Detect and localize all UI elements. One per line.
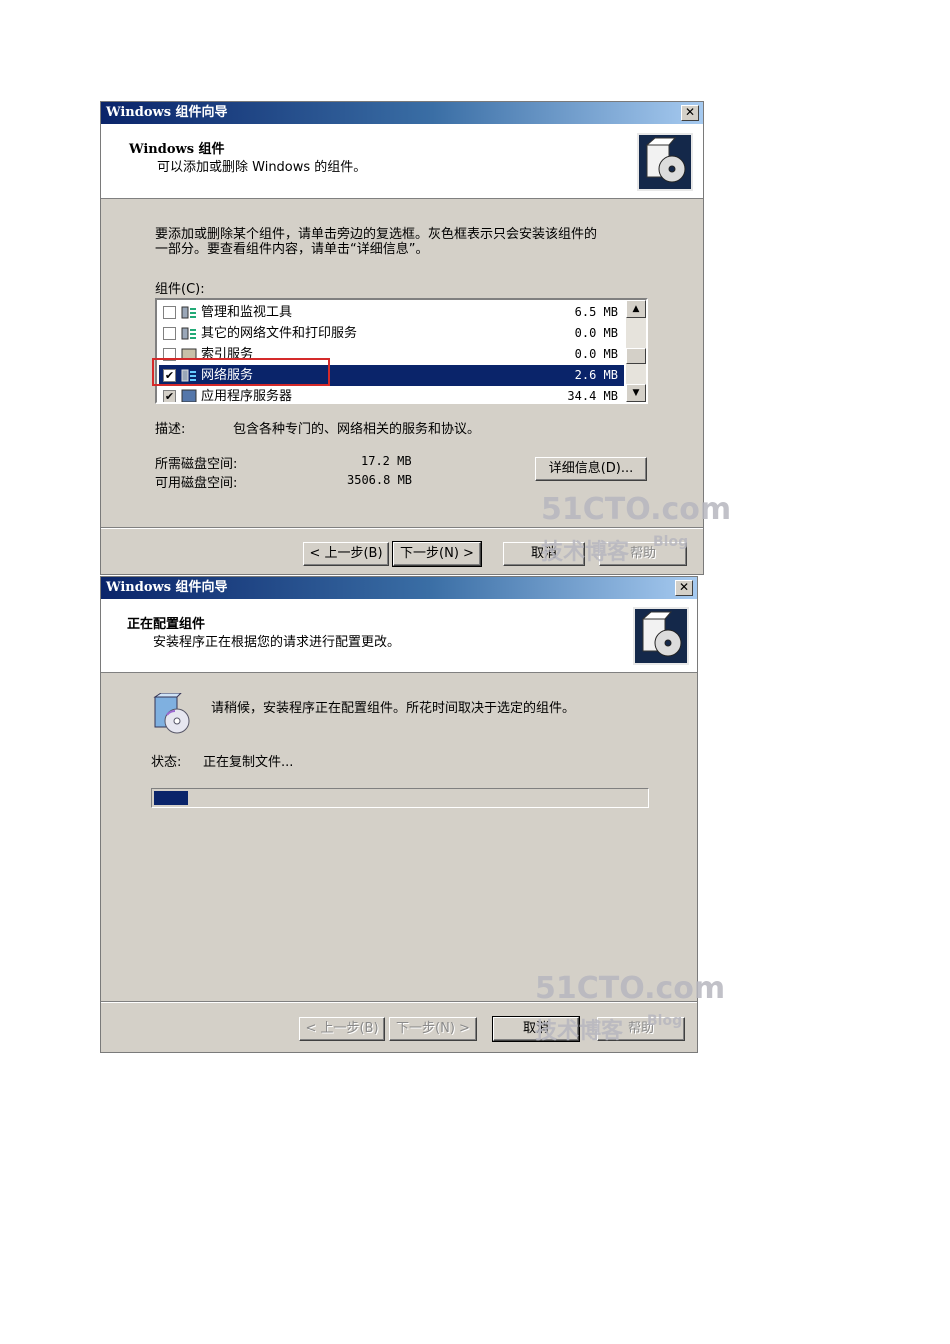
watermark-tech-blog: 技术博客: [535, 1019, 624, 1044]
header-subtitle: 安装程序正在根据您的请求进行配置更改。: [153, 635, 401, 650]
watermark-51cto: 51CTO.com: [541, 492, 732, 527]
item-label: 其它的网络文件和打印服务: [201, 326, 358, 341]
item-size: 0.0 MB: [574, 347, 618, 361]
wizard-header: 正在配置组件 安装程序正在根据您的请求进行配置更改。: [101, 599, 697, 673]
details-button[interactable]: 详细信息(D)...: [535, 457, 647, 481]
box-cd-icon: [637, 133, 693, 191]
title-bar[interactable]: Windows 组件向导 ✕: [101, 577, 697, 599]
scroll-down-icon[interactable]: ▼: [626, 384, 646, 402]
disk-required-value: 17.2 MB: [361, 454, 412, 468]
list-item[interactable]: ✔ 应用程序服务器 34.4 MB: [159, 386, 624, 404]
progress-fill: [154, 791, 188, 805]
title-bar[interactable]: Windows 组件向导 ✕: [101, 102, 703, 124]
components-list[interactable]: 管理和监视工具 6.5 MB 其它的网络文件和打印服务 0.0 MB 索引服务 …: [155, 298, 648, 404]
scroll-up-icon[interactable]: ▲: [626, 300, 646, 318]
description-label: 描述:: [155, 422, 186, 437]
disk-required-label: 所需磁盘空间:: [155, 457, 238, 472]
disk-available-label: 可用磁盘空间:: [155, 476, 238, 491]
close-button[interactable]: ✕: [675, 580, 693, 596]
item-size: 0.0 MB: [574, 326, 618, 340]
status-value: 正在复制文件...: [203, 755, 294, 770]
watermark-tech-blog: 技术博客: [541, 540, 630, 565]
setup-cd-icon: [153, 693, 190, 734]
next-button[interactable]: 下一步(N) >: [392, 541, 482, 567]
item-size: 6.5 MB: [574, 305, 618, 319]
checkbox[interactable]: [163, 306, 176, 319]
components-wizard-dialog: Windows 组件向导 ✕ Windows 组件 可以添加或删除 Window…: [100, 101, 731, 575]
item-label: 应用程序服务器: [201, 389, 293, 404]
description-text: 包含各种专门的、网络相关的服务和协议。: [233, 422, 481, 437]
network-component-icon: [181, 306, 196, 319]
list-scrollbar[interactable]: ▲ ▼: [626, 300, 646, 402]
status-label: 状态:: [151, 755, 182, 770]
network-component-icon: [181, 389, 197, 402]
window-title: Windows 组件向导: [106, 105, 228, 120]
item-label: 管理和监视工具: [201, 305, 293, 320]
header-title: 正在配置组件: [127, 617, 206, 632]
button-separator: [101, 527, 703, 529]
scroll-thumb[interactable]: [626, 348, 646, 364]
configuring-components-dialog: Windows 组件向导 ✕ 正在配置组件 安装程序正在根据您的请求进行配置更改…: [100, 576, 725, 1053]
instruction-line-2: 一部分。要查看组件内容，请单击“详细信息”。: [155, 242, 429, 257]
window-title: Windows 组件向导: [106, 580, 228, 595]
button-separator: [101, 1001, 697, 1003]
checkbox[interactable]: ✔: [163, 390, 176, 402]
item-size: 2.6 MB: [574, 368, 618, 382]
back-button[interactable]: < 上一步(B): [299, 1017, 385, 1041]
disk-available-value: 3506.8 MB: [347, 473, 413, 487]
progress-bar: [151, 788, 649, 808]
box-cd-icon: [633, 607, 689, 665]
next-button[interactable]: 下一步(N) >: [389, 1017, 477, 1041]
network-component-icon: [181, 327, 196, 340]
watermark-blog: Blog: [647, 1013, 683, 1029]
components-label: 组件(C):: [155, 282, 205, 297]
watermark-blog: Blog: [653, 534, 689, 550]
wait-message: 请稍候，安装程序正在配置组件。所花时间取决于选定的组件。: [211, 701, 576, 716]
close-button[interactable]: ✕: [681, 105, 699, 121]
back-button[interactable]: < 上一步(B): [303, 542, 389, 566]
list-item[interactable]: 其它的网络文件和打印服务 0.0 MB: [159, 323, 624, 344]
header-title: Windows 组件: [129, 142, 225, 157]
checkbox[interactable]: [163, 327, 176, 340]
list-item[interactable]: 管理和监视工具 6.5 MB: [159, 302, 624, 323]
header-subtitle: 可以添加或删除 Windows 的组件。: [157, 160, 367, 175]
highlight-box: [152, 358, 330, 386]
item-size: 34.4 MB: [567, 389, 618, 403]
wizard-header: Windows 组件 可以添加或删除 Windows 的组件。: [101, 124, 703, 199]
